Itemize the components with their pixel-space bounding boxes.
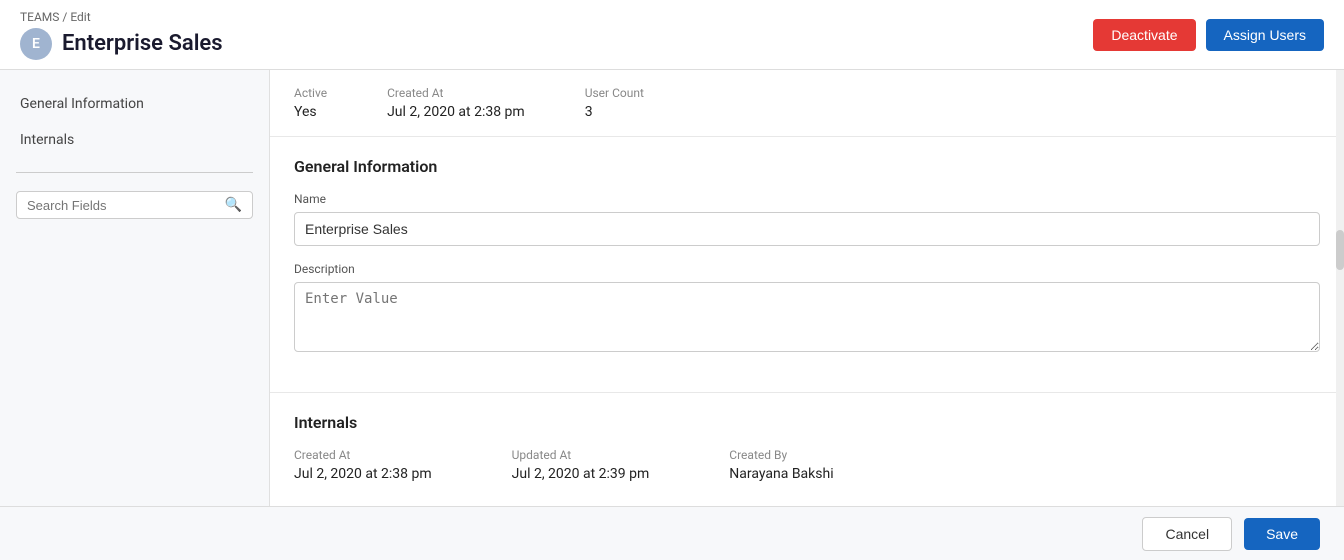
scrollbar[interactable] [1336,70,1344,506]
description-textarea[interactable] [294,282,1320,352]
internals-section: Internals Created At Jul 2, 2020 at 2:38… [270,393,1344,502]
search-input[interactable] [27,198,219,213]
page-title: Enterprise Sales [62,31,223,56]
general-information-title: General Information [294,157,1320,176]
sidebar-item-internals[interactable]: Internals [16,126,253,154]
assign-users-button[interactable]: Assign Users [1206,19,1324,51]
content-area: Active Yes Created At Jul 2, 2020 at 2:3… [270,70,1344,506]
internals-updated-at-label: Updated At [512,448,650,462]
internals-updated-at-value: Jul 2, 2020 at 2:39 pm [512,466,650,482]
stat-user-count-label: User Count [585,86,644,100]
name-field-group: Name [294,192,1320,246]
stat-created-at-value: Jul 2, 2020 at 2:38 pm [387,104,525,120]
description-label: Description [294,262,1320,276]
sidebar-divider [16,172,253,173]
internals-created-by-label: Created By [729,448,833,462]
stats-bar: Active Yes Created At Jul 2, 2020 at 2:3… [270,70,1344,137]
name-input[interactable] [294,212,1320,246]
internals-updated-at: Updated At Jul 2, 2020 at 2:39 pm [512,448,650,482]
stat-user-count-value: 3 [585,104,644,120]
general-information-section: General Information Name Description [270,137,1344,393]
top-header: TEAMS / Edit E Enterprise Sales Deactiva… [0,0,1344,70]
internals-created-by-value: Narayana Bakshi [729,466,833,482]
stat-active: Active Yes [294,86,327,120]
deactivate-button[interactable]: Deactivate [1093,19,1195,51]
avatar: E [20,28,52,60]
scroll-thumb[interactable] [1336,230,1344,270]
internals-created-at-value: Jul 2, 2020 at 2:38 pm [294,466,432,482]
internals-title: Internals [294,413,1320,432]
stat-created-at-label: Created At [387,86,525,100]
stat-created-at: Created At Jul 2, 2020 at 2:38 pm [387,86,525,120]
search-icon: 🔍 [225,197,242,213]
sidebar-item-general-information[interactable]: General Information [16,90,253,118]
cancel-button[interactable]: Cancel [1142,517,1232,551]
sidebar-search[interactable]: 🔍 [16,191,253,219]
save-button[interactable]: Save [1244,518,1320,550]
stat-user-count: User Count 3 [585,86,644,120]
internals-created-at: Created At Jul 2, 2020 at 2:38 pm [294,448,432,482]
internals-created-at-label: Created At [294,448,432,462]
stat-active-label: Active [294,86,327,100]
main-body: General Information Internals 🔍 Active Y… [0,70,1344,506]
breadcrumb: TEAMS / Edit [20,10,223,24]
header-buttons: Deactivate Assign Users [1093,19,1324,51]
breadcrumb-section: TEAMS / Edit E Enterprise Sales [20,10,223,60]
description-field-group: Description [294,262,1320,356]
internals-grid: Created At Jul 2, 2020 at 2:38 pm Update… [294,448,1320,482]
sidebar: General Information Internals 🔍 [0,70,270,506]
name-label: Name [294,192,1320,206]
footer: Cancel Save [0,506,1344,560]
page-title-row: E Enterprise Sales [20,28,223,60]
internals-created-by: Created By Narayana Bakshi [729,448,833,482]
stat-active-value: Yes [294,104,327,120]
